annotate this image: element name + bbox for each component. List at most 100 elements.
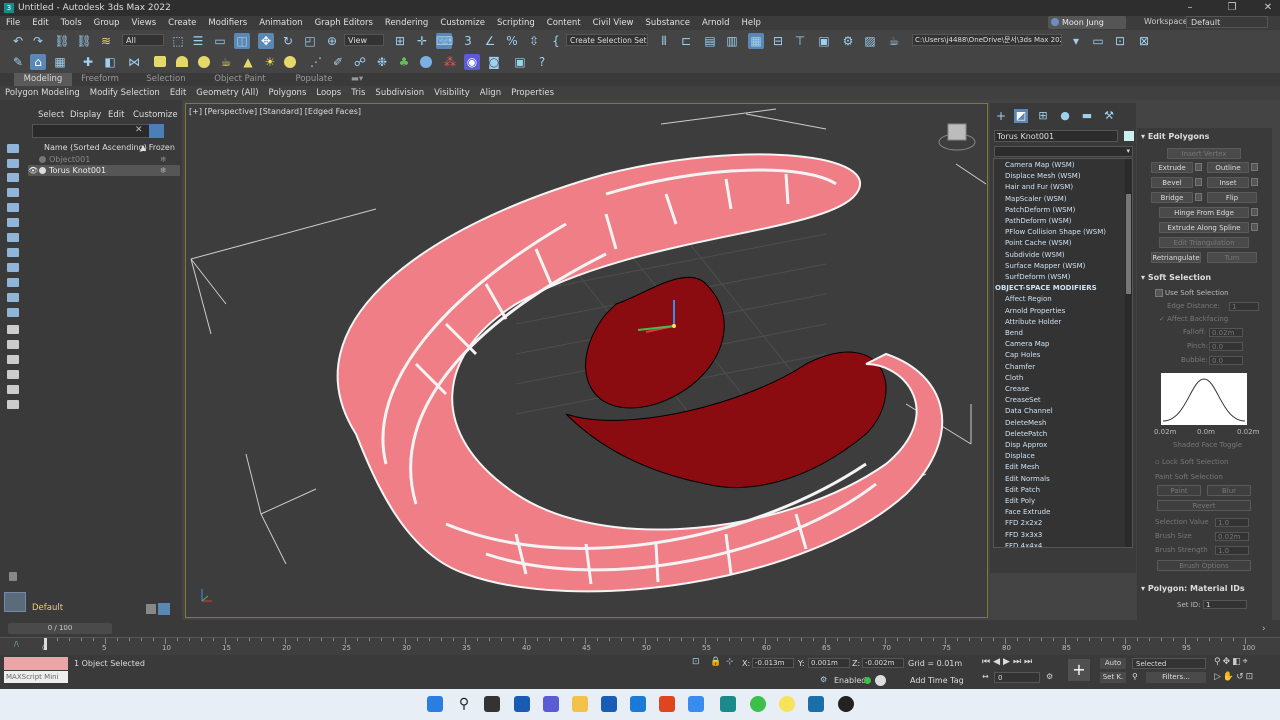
key-filter-icon[interactable]: ⚲ xyxy=(1132,672,1138,681)
bubble-spinner[interactable]: 0.0 xyxy=(1209,356,1243,365)
y-coordinate-field[interactable]: 0.001m xyxy=(808,658,850,668)
eye-icon[interactable]: 👁 xyxy=(28,165,38,176)
outline-settings-icon[interactable] xyxy=(1251,163,1258,171)
select-by-name-icon[interactable]: ☰ xyxy=(190,33,206,49)
hinge-from-edge-button[interactable]: Hinge From Edge xyxy=(1159,207,1249,218)
extrude-along-spline-button[interactable]: Extrude Along Spline xyxy=(1159,222,1249,233)
x-coordinate-field[interactable]: -0.013m xyxy=(752,658,794,668)
menu-group[interactable]: Group xyxy=(88,18,126,28)
list-item[interactable]: PFlow Collision Shape (WSM) xyxy=(1005,228,1106,236)
tab-populate[interactable]: Populate xyxy=(290,73,338,86)
time-config-icon[interactable]: ⚙ xyxy=(1046,672,1053,681)
script-listener-icon[interactable]: ▣ xyxy=(512,54,528,70)
ribbon-panel-polygons[interactable]: Polygons xyxy=(264,88,312,98)
list-item[interactable]: Camera Map xyxy=(1005,340,1049,348)
set-project-icon[interactable]: ⊠ xyxy=(1136,33,1152,49)
menu-edit[interactable]: Edit xyxy=(26,18,54,28)
bridge-settings-icon[interactable] xyxy=(1195,193,1202,201)
viewport-nav-row2[interactable]: ▷✋↺⊡ xyxy=(1214,672,1255,682)
menu-modifiers[interactable]: Modifiers xyxy=(202,18,253,28)
select-scale-icon[interactable]: ◰ xyxy=(302,33,318,49)
children-icon[interactable] xyxy=(7,370,19,379)
paint-button[interactable]: Paint xyxy=(1157,485,1201,496)
list-item[interactable]: CreaseSet xyxy=(1005,396,1041,404)
extrude-settings-icon[interactable] xyxy=(1195,163,1202,171)
maxscript-mini-input[interactable]: MAXScript Mini xyxy=(4,671,68,683)
list-item[interactable]: DeletePatch xyxy=(1005,430,1047,438)
geosphere-icon[interactable] xyxy=(284,56,296,68)
3dsmax-icon[interactable] xyxy=(720,696,736,712)
z-coordinate-field[interactable]: -0.002m xyxy=(862,658,904,668)
percent-snap-icon[interactable]: % xyxy=(504,33,520,49)
bind-space-warp-icon[interactable]: ≋ xyxy=(98,33,114,49)
task-view-icon[interactable] xyxy=(484,696,500,712)
filter-toggle-icon[interactable] xyxy=(149,124,164,138)
ribbon-panel-align[interactable]: Align xyxy=(475,88,506,98)
ribbon-panel-edit[interactable]: Edit xyxy=(165,88,191,98)
render-icon[interactable]: ☕ xyxy=(886,33,902,49)
display-none-icon[interactable] xyxy=(7,144,19,153)
pivot-center-icon[interactable]: ⊞ xyxy=(392,33,408,49)
list-item[interactable]: PathDeform (WSM) xyxy=(1005,217,1072,225)
mail-icon[interactable] xyxy=(630,696,646,712)
extrude-button[interactable]: Extrude xyxy=(1151,162,1193,173)
named-selection-sets[interactable]: Create Selection Set xyxy=(566,34,648,46)
edge-distance-spinner[interactable]: 1 xyxy=(1229,302,1259,311)
list-item[interactable]: PatchDeform (WSM) xyxy=(1005,206,1075,214)
ref-coord-dropdown[interactable]: View xyxy=(344,34,384,46)
clear-search-icon[interactable]: ✕ xyxy=(135,125,143,135)
select-manipulate-icon[interactable]: ✛ xyxy=(414,33,430,49)
kakaotalk-icon[interactable] xyxy=(779,696,795,712)
teapot-icon[interactable]: ☕ xyxy=(218,54,234,70)
schematic-view-icon[interactable]: ⊤ xyxy=(792,33,808,49)
menu-arnold[interactable]: Arnold xyxy=(696,18,736,28)
object-name-field[interactable]: Torus Knot001 xyxy=(994,130,1118,142)
viewport-label[interactable]: [+] [Perspective] [Standard] [Edged Face… xyxy=(189,107,361,116)
list-item[interactable]: Attribute Holder xyxy=(1005,318,1061,326)
spinner-snap-icon[interactable]: ⇳ xyxy=(526,33,542,49)
cameras-filter-icon[interactable] xyxy=(7,203,19,212)
list-item[interactable]: SurfDeform (WSM) xyxy=(1005,273,1070,281)
cone-icon[interactable]: ▲ xyxy=(240,54,256,70)
pinch-spinner[interactable]: 0.0 xyxy=(1209,342,1243,351)
photos-icon[interactable] xyxy=(688,696,704,712)
helpers-filter-icon[interactable] xyxy=(7,218,19,227)
brush-size-spinner[interactable]: 0.02m xyxy=(1215,532,1249,541)
list-item[interactable]: Cap Holes xyxy=(1005,351,1040,359)
hierarchy-tab-icon[interactable]: ⊞ xyxy=(1036,109,1050,123)
column-name-header[interactable]: Name (Sorted Ascending) xyxy=(44,143,147,152)
modify-tab-icon[interactable]: ◩ xyxy=(1014,109,1028,123)
object-color-swatch[interactable] xyxy=(1124,131,1134,141)
undo-icon[interactable]: ↶ xyxy=(10,33,26,49)
menu-content[interactable]: Content xyxy=(541,18,587,28)
time-tag-icon[interactable] xyxy=(875,675,886,686)
bones-icon[interactable]: ☍ xyxy=(352,54,368,70)
shaded-face-toggle-button[interactable]: Shaded Face Toggle xyxy=(1173,441,1242,449)
tab-selection[interactable]: Selection xyxy=(140,73,192,86)
groups-filter-icon[interactable] xyxy=(7,248,19,257)
scene-explorer-icon[interactable]: ▤ xyxy=(702,33,718,49)
redo-icon[interactable]: ↷ xyxy=(30,33,46,49)
shapes-icon[interactable]: ◧ xyxy=(102,54,118,70)
list-item[interactable]: Object001 ❄ xyxy=(28,154,180,165)
store-icon[interactable] xyxy=(601,696,617,712)
utilities-tab-icon[interactable]: ⚒ xyxy=(1102,109,1116,123)
blur-button[interactable]: Blur xyxy=(1207,485,1251,496)
list-item[interactable]: 👁 Torus Knot001 ❄ xyxy=(28,165,180,176)
selection-filter-dropdown[interactable]: All xyxy=(122,34,164,46)
turn-button[interactable]: Turn xyxy=(1207,252,1257,263)
time-next-icon[interactable]: › xyxy=(1262,624,1266,634)
list-item[interactable]: Chamfer xyxy=(1005,363,1035,371)
bridge-button[interactable]: Bridge xyxy=(1151,192,1193,203)
select-move-icon[interactable]: ✥ xyxy=(258,33,274,49)
help-icon[interactable]: ? xyxy=(534,54,550,70)
falloff-spinner[interactable]: 0.02m xyxy=(1209,328,1243,337)
list-item[interactable]: Camera Map (WSM) xyxy=(1005,161,1075,169)
material-ids-header[interactable]: ▾ Polygon: Material IDs xyxy=(1141,584,1245,593)
tab-object-paint[interactable]: Object Paint xyxy=(210,73,270,86)
material-sphere-icon[interactable] xyxy=(420,56,432,68)
list-item[interactable]: Cloth xyxy=(1005,374,1023,382)
list-item[interactable]: Edit Patch xyxy=(1005,486,1040,494)
angle-snap-icon[interactable]: ∠ xyxy=(482,33,498,49)
key-selection-dropdown[interactable]: Selected xyxy=(1132,658,1206,669)
